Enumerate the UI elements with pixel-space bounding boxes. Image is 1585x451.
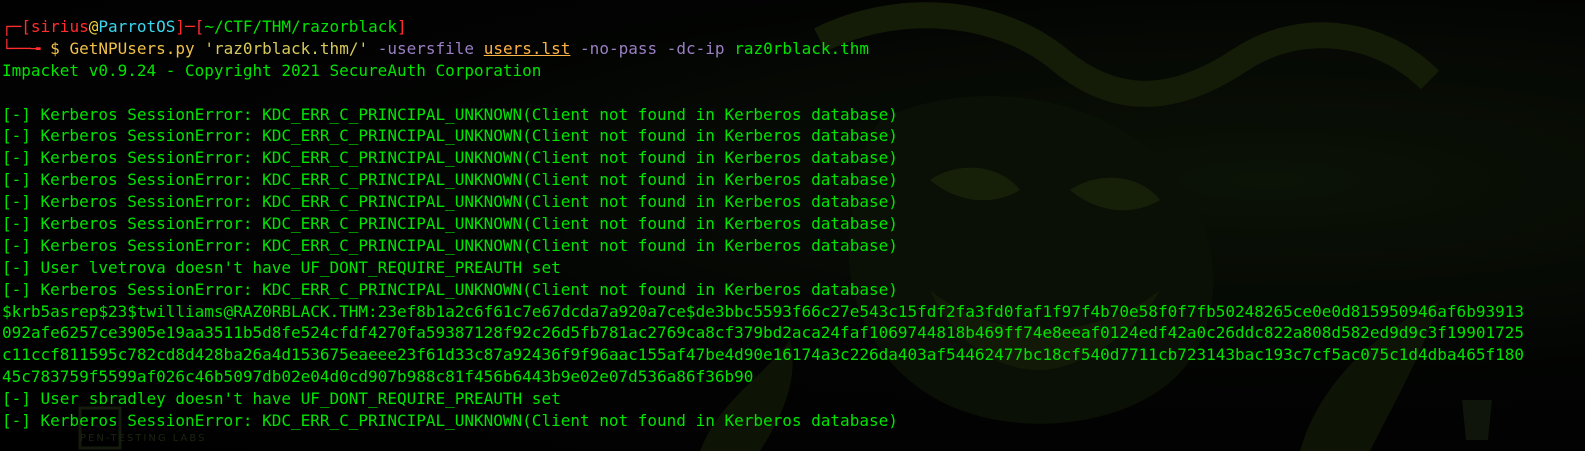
output-line: [-] Kerberos SessionError: KDC_ERR_C_PRI…: [2, 148, 898, 168]
prompt-path: ~/CTF/THM/razorblack: [204, 17, 397, 36]
output-line-user-sbradley: [-] User sbradley doesn't have UF_DONT_R…: [2, 389, 561, 409]
prompt-host: ParrotOS: [98, 17, 176, 36]
output-line: [-] Kerberos SessionError: KDC_ERR_C_PRI…: [2, 279, 898, 299]
output-line-user-lvetrova: [-] User lvetrova doesn't have UF_DONT_R…: [2, 257, 561, 277]
output-line: [-] Kerberos SessionError: KDC_ERR_C_PRI…: [2, 170, 898, 190]
prompt-user: sirius: [30, 17, 89, 36]
prompt-line-2: └──╼ $ GetNPUsers.py 'raz0rblack.thm/' -…: [2, 38, 870, 58]
wallpaper-logo-text: PEN-TESTING LABS: [80, 433, 207, 444]
command-dcip-value: raz0rblack.thm: [734, 38, 870, 58]
command-usersfile-link[interactable]: users.lst: [484, 39, 571, 58]
output-line: [-] Kerberos SessionError: KDC_ERR_C_PRI…: [2, 235, 898, 255]
command-opt-dcip: -dc-ip: [666, 38, 725, 58]
output-line: [-] Kerberos SessionError: KDC_ERR_C_PRI…: [2, 126, 898, 146]
asrep-hash-line[interactable]: $krb5asrep$23$twilliams@RAZ0RBLACK.THM:2…: [2, 301, 1582, 323]
prompt-dollar: $: [50, 38, 60, 58]
output-line: [-] Kerberos SessionError: KDC_ERR_C_PRI…: [2, 411, 898, 431]
terminal-window[interactable]: ┌─[sirius@ParrotOS]─[~/CTF/THM/razorblac…: [0, 0, 1585, 451]
prompt-line-1: ┌─[sirius@ParrotOS]─[~/CTF/THM/razorblac…: [2, 17, 407, 36]
output-line: [-] Kerberos SessionError: KDC_ERR_C_PRI…: [2, 214, 898, 234]
terminal-output: ┌─[sirius@ParrotOS]─[~/CTF/THM/razorblac…: [2, 16, 1582, 432]
asrep-hash-line[interactable]: 092afe6257ce3905e19aa3511b5d8fe524cfdf42…: [2, 322, 1582, 344]
asrep-hash-line[interactable]: 45c783759f5599af026c46b5097db02e04d0cd90…: [2, 366, 1582, 388]
prompt-at: @: [88, 17, 99, 36]
command-opt-usersfile: -usersfile: [377, 38, 475, 58]
command-name: GetNPUsers.py: [69, 38, 195, 58]
output-line: [-] Kerberos SessionError: KDC_ERR_C_PRI…: [2, 192, 898, 212]
output-line: [-] Kerberos SessionError: KDC_ERR_C_PRI…: [2, 104, 898, 124]
impacket-banner: Impacket v0.9.24 - Copyright 2021 Secure…: [2, 60, 542, 80]
command-arg-domain: 'raz0rblack.thm/': [204, 38, 369, 58]
asrep-hash-line[interactable]: c11ccf811595c782cd8d428ba26a4d153675eaee…: [2, 344, 1582, 366]
command-opt-nopass: -no-pass: [580, 38, 658, 58]
